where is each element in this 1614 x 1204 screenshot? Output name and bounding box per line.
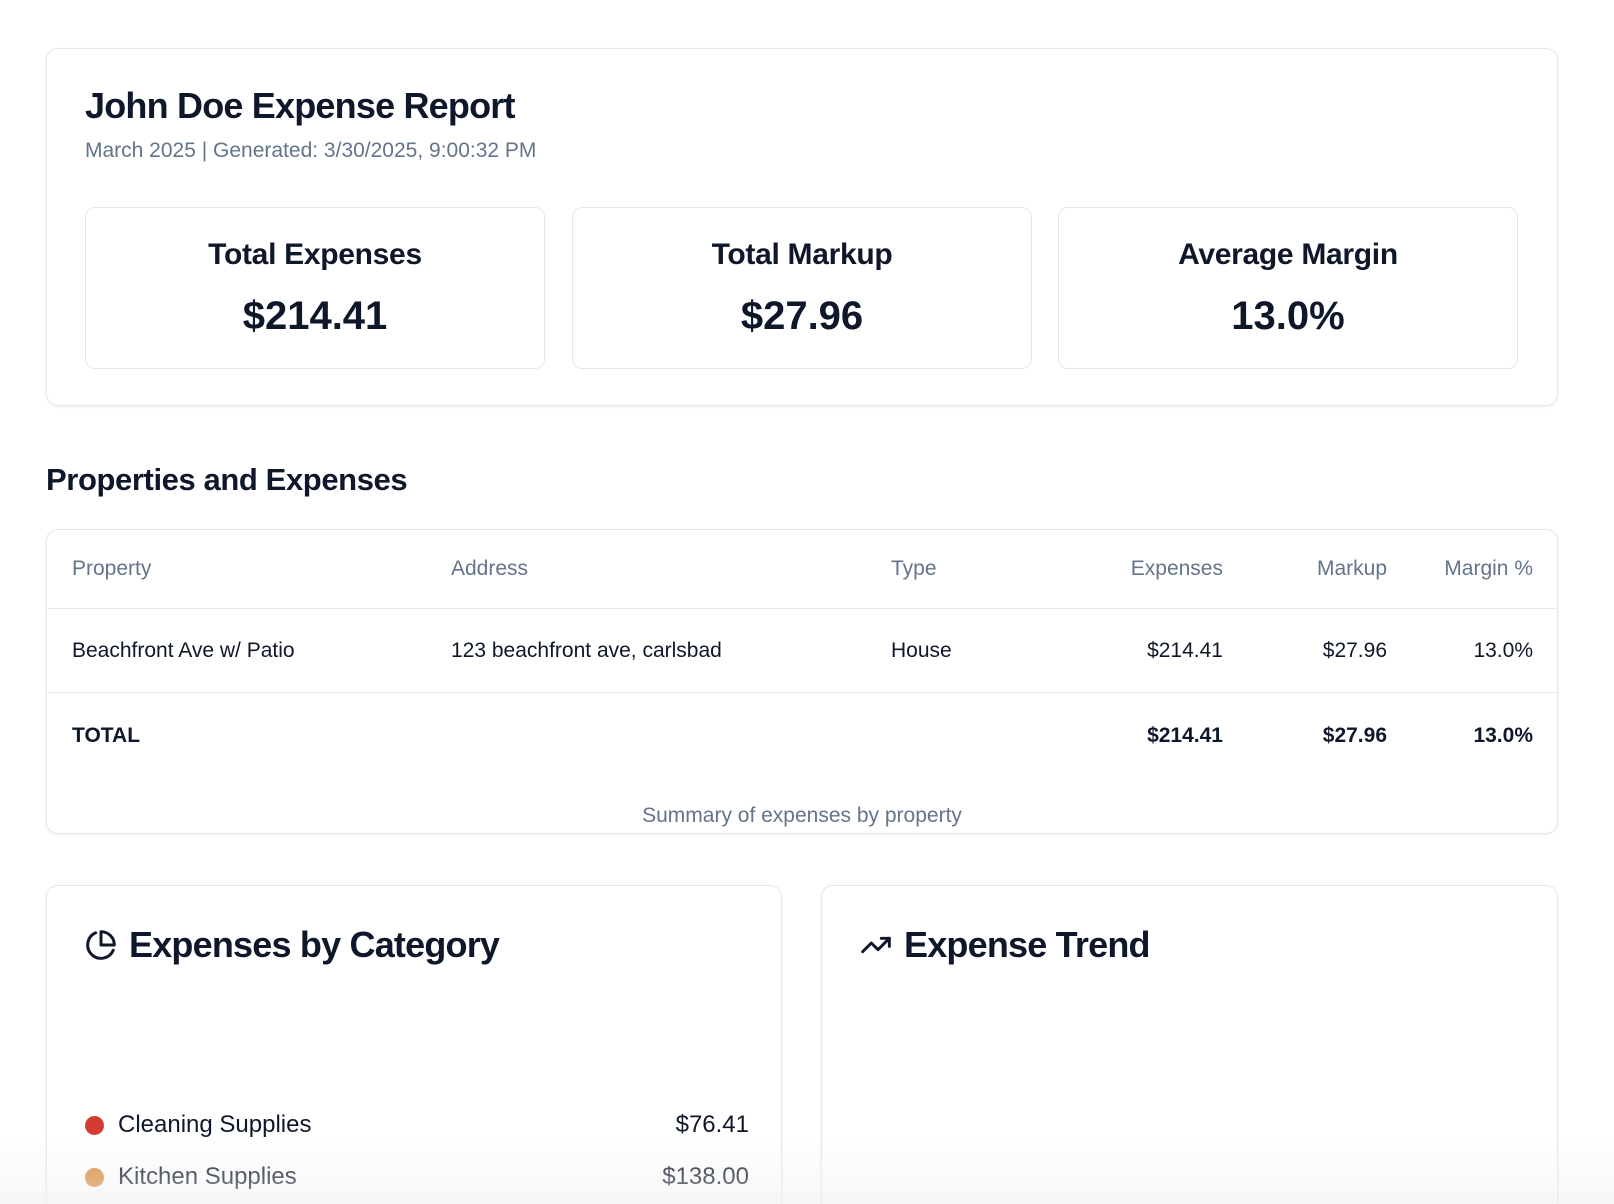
stat-card-total-markup: Total Markup $27.96 xyxy=(572,207,1032,369)
expense-report-page: John Doe Expense Report March 2025 | Gen… xyxy=(0,0,1614,1204)
total-margin: 13.0% xyxy=(1473,723,1533,747)
properties-section-title: Properties and Expenses xyxy=(46,462,408,497)
legend-color-dot xyxy=(85,1115,104,1135)
expenses-by-category-card: Expenses by Category Cleaning Supplies $… xyxy=(46,885,782,1204)
legend-label: Kitchen Supplies xyxy=(118,1163,297,1190)
column-header-margin: Margin % xyxy=(1444,557,1533,580)
table-total-row: TOTAL $214.41 $27.96 13.0% xyxy=(47,693,1557,778)
cell-type: House xyxy=(891,638,952,662)
stat-card-average-margin: Average Margin 13.0% xyxy=(1058,207,1518,369)
column-header-expenses: Expenses xyxy=(1130,557,1223,580)
stat-label: Total Expenses xyxy=(208,238,422,271)
legend-value: $138.00 xyxy=(662,1163,749,1190)
total-label: TOTAL xyxy=(72,723,141,747)
category-card-header: Expenses by Category xyxy=(85,924,500,966)
legend-value: $76.41 xyxy=(675,1111,749,1138)
report-title: John Doe Expense Report xyxy=(85,85,515,126)
trend-card-title: Expense Trend xyxy=(904,924,1151,965)
report-subtitle: March 2025 | Generated: 3/30/2025, 9:00:… xyxy=(85,139,537,162)
legend-item-cleaning-supplies: Cleaning Supplies $76.41 xyxy=(85,1105,749,1145)
legend-color-dot xyxy=(85,1167,104,1187)
cell-expenses: $214.41 xyxy=(1147,638,1223,662)
column-header-address: Address xyxy=(451,557,529,580)
stat-card-total-expenses: Total Expenses $214.41 xyxy=(85,207,545,369)
stat-value: $27.96 xyxy=(740,294,864,338)
table-header-row: Property Address Type Expenses Markup Ma… xyxy=(47,530,1557,609)
column-header-type: Type xyxy=(891,557,937,580)
pie-chart-icon xyxy=(85,929,117,961)
cell-margin: 13.0% xyxy=(1473,638,1533,662)
stat-value: 13.0% xyxy=(1231,294,1345,338)
cell-markup: $27.96 xyxy=(1322,638,1387,662)
table-caption: Summary of expenses by property xyxy=(642,804,962,827)
column-header-property: Property xyxy=(72,557,152,580)
report-header-card: John Doe Expense Report March 2025 | Gen… xyxy=(46,48,1558,406)
table-row: Beachfront Ave w/ Patio 123 beachfront a… xyxy=(47,609,1557,693)
expense-trend-card: Expense Trend xyxy=(821,885,1558,1204)
total-markup: $27.96 xyxy=(1322,723,1387,747)
trending-up-icon xyxy=(860,929,892,961)
cell-property: Beachfront Ave w/ Patio xyxy=(72,638,295,662)
category-card-title: Expenses by Category xyxy=(129,924,500,965)
stat-label: Total Markup xyxy=(711,238,893,271)
column-header-markup: Markup xyxy=(1316,557,1387,580)
legend-item-kitchen-supplies: Kitchen Supplies $138.00 xyxy=(85,1157,749,1197)
legend-label: Cleaning Supplies xyxy=(118,1111,312,1138)
cell-address: 123 beachfront ave, carlsbad xyxy=(451,638,722,662)
total-expenses: $214.41 xyxy=(1147,723,1223,747)
trend-card-header: Expense Trend xyxy=(860,924,1151,966)
stat-label: Average Margin xyxy=(1178,238,1398,271)
properties-table: Property Address Type Expenses Markup Ma… xyxy=(46,529,1558,834)
stat-value: $214.41 xyxy=(242,294,388,338)
